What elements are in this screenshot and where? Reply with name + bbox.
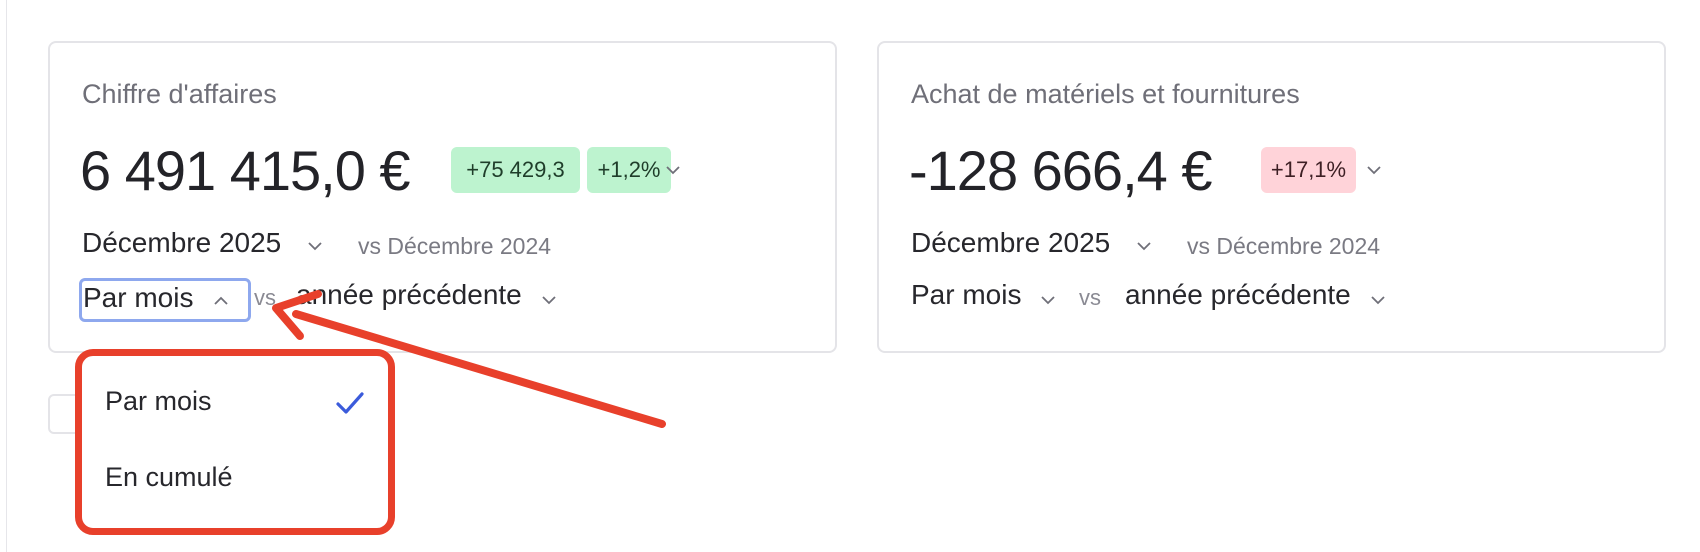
chevron-down-icon[interactable] xyxy=(1369,291,1387,309)
dropdown-option-en-cumule[interactable]: En cumulé xyxy=(105,462,233,493)
mode-selector-label: Par mois xyxy=(83,282,194,313)
chevron-down-icon[interactable] xyxy=(1039,291,1057,309)
dropdown-option-par-mois[interactable]: Par mois xyxy=(105,386,212,417)
chevron-down-icon[interactable] xyxy=(540,291,558,309)
left-divider xyxy=(6,0,7,552)
compare-period-label: vs Décembre 2024 xyxy=(1187,233,1381,259)
baseline-selector[interactable]: année précédente xyxy=(296,279,522,311)
chevron-down-icon[interactable] xyxy=(1135,237,1153,255)
checkmark-icon xyxy=(336,392,364,414)
chevron-down-icon[interactable] xyxy=(664,161,682,179)
chevron-down-icon[interactable] xyxy=(306,237,324,255)
kpi-value: 6 491 415,0 € xyxy=(80,139,411,202)
mode-dropdown-menu: Par mois En cumulé xyxy=(75,349,395,535)
card-title: Achat de matériels et fournitures xyxy=(911,79,1300,109)
baseline-selector[interactable]: année précédente xyxy=(1125,279,1351,311)
chevron-down-icon[interactable] xyxy=(1365,161,1383,179)
kpi-card-purchases: Achat de matériels et fournitures -128 6… xyxy=(877,41,1666,353)
mode-selector[interactable]: Par mois xyxy=(79,278,251,322)
compare-period-label: vs Décembre 2024 xyxy=(358,233,552,259)
mode-selector[interactable]: Par mois xyxy=(911,279,1021,311)
delta-percent-badge: +1,2% xyxy=(587,147,671,193)
chevron-up-icon xyxy=(212,292,230,310)
vs-label: vs xyxy=(254,285,276,310)
vs-label: vs xyxy=(1079,285,1101,310)
kpi-value: -128 666,4 € xyxy=(909,139,1212,202)
delta-percent-badge: +17,1% xyxy=(1261,147,1356,193)
kpi-card-revenue: Chiffre d'affaires 6 491 415,0 € +75 429… xyxy=(48,41,837,353)
delta-amount-badge: +75 429,3 xyxy=(451,147,580,193)
card-title: Chiffre d'affaires xyxy=(82,79,277,109)
period-selector[interactable]: Décembre 2025 xyxy=(911,227,1110,259)
period-selector[interactable]: Décembre 2025 xyxy=(82,227,281,259)
